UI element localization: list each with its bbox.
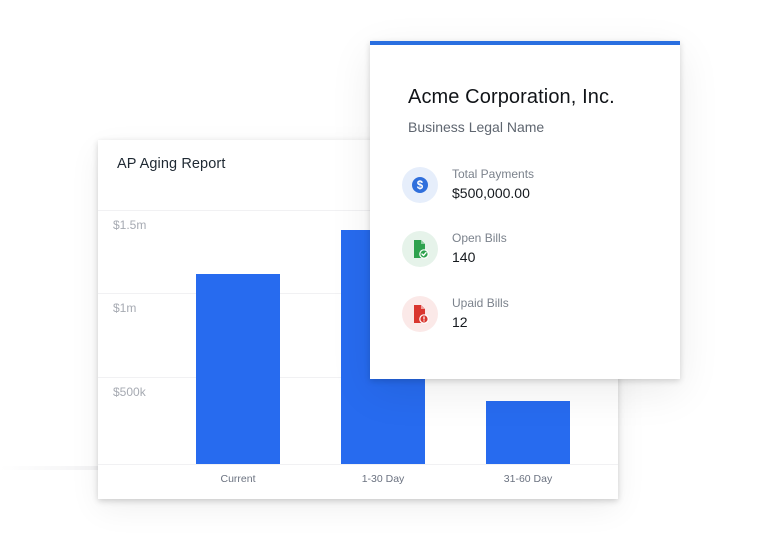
stat-open-bills: Open Bills 140 — [402, 231, 662, 271]
x-category-label: Current — [220, 473, 256, 485]
y-tick-label: $500k — [113, 385, 146, 399]
company-subtitle: Business Legal Name — [408, 119, 545, 135]
stat-value: 140 — [452, 249, 476, 265]
stat-total-payments: $ Total Payments $500,000.00 — [402, 167, 662, 207]
x-category-label: 1-30 Day — [361, 473, 405, 485]
stat-value: 12 — [452, 314, 468, 330]
bar-current[interactable] — [196, 274, 280, 464]
stage: AP Aging Report $1.5m $1m $500k Current … — [0, 0, 760, 543]
y-tick-label: $1.5m — [113, 218, 147, 232]
stat-value: $500,000.00 — [452, 185, 530, 201]
y-tick-label: $1m — [113, 301, 137, 315]
document-check-icon — [402, 231, 438, 267]
company-name: Acme Corporation, Inc. — [408, 86, 615, 108]
stat-unpaid-bills: Upaid Bills 12 — [402, 296, 662, 336]
stat-label: Total Payments — [452, 167, 535, 181]
stat-label: Upaid Bills — [452, 296, 509, 310]
report-title: AP Aging Report — [117, 156, 226, 172]
bar-31-60-day[interactable] — [486, 401, 570, 464]
svg-text:$: $ — [417, 180, 424, 192]
stat-label: Open Bills — [452, 231, 507, 245]
business-info-card[interactable]: Acme Corporation, Inc. Business Legal Na… — [370, 41, 680, 379]
document-alert-icon — [402, 296, 438, 332]
dollar-icon: $ — [402, 167, 438, 203]
baseline — [98, 464, 618, 465]
x-category-label: 31-60 Day — [503, 473, 553, 485]
